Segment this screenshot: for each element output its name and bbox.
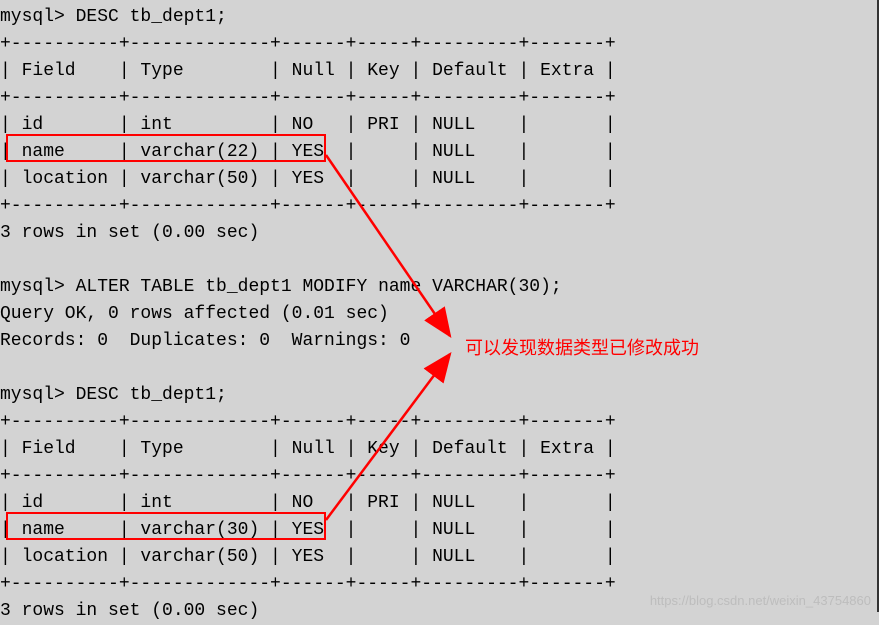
terminal-line[interactable]: mysql> ALTER TABLE tb_dept1 MODIFY name … [0,274,877,301]
query-ok: Query OK, 0 rows affected (0.01 sec) [0,301,877,328]
watermark: https://blog.csdn.net/weixin_43754860 [650,593,871,608]
blank-line [0,247,877,274]
table-header: | Field | Type | Null | Key | Default | … [0,436,877,463]
table-row: | name | varchar(22) | YES | | NULL | | [0,139,877,166]
table-separator: +----------+-------------+------+-----+-… [0,409,877,436]
table-row: | location | varchar(50) | YES | | NULL … [0,544,877,571]
terminal-line[interactable]: mysql> DESC tb_dept1; [0,382,877,409]
table-row: | location | varchar(50) | YES | | NULL … [0,166,877,193]
table-row: | name | varchar(30) | YES | | NULL | | [0,517,877,544]
table-separator: +----------+-------------+------+-----+-… [0,85,877,112]
blank-line [0,355,877,382]
table-row: | id | int | NO | PRI | NULL | | [0,490,877,517]
table-separator: +----------+-------------+------+-----+-… [0,193,877,220]
rows-summary: 3 rows in set (0.00 sec) [0,220,877,247]
records-line: Records: 0 Duplicates: 0 Warnings: 0 [0,328,877,355]
table-separator: +----------+-------------+------+-----+-… [0,31,877,58]
table-row: | id | int | NO | PRI | NULL | | [0,112,877,139]
table-separator: +----------+-------------+------+-----+-… [0,463,877,490]
table-header: | Field | Type | Null | Key | Default | … [0,58,877,85]
terminal-line[interactable]: mysql> DESC tb_dept1; [0,4,877,31]
